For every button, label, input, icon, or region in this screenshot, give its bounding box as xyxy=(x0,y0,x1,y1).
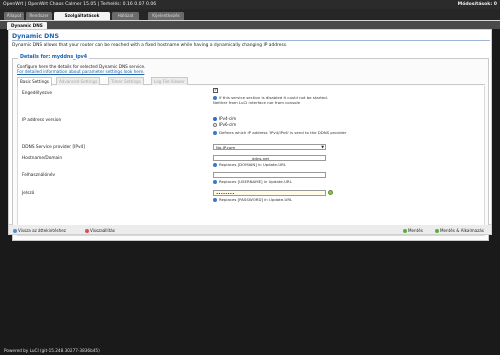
back-icon xyxy=(13,228,17,233)
details-legend: Details for: myddns_ipv4 xyxy=(18,55,90,60)
reset-button[interactable]: Visszaállítás xyxy=(85,227,115,234)
powered-by-footer: Powered by LuCI (git-15.248.30277-3836b4… xyxy=(4,348,100,353)
hostname-help: Replaces [DOMAIN] in Update-URL xyxy=(213,162,286,167)
menu-tab-logout[interactable]: Kijelentkezés xyxy=(148,11,184,20)
username-help: Replaces [USERNAME] in Update-URL xyxy=(213,179,292,184)
router-status-title: OpenWrt | OpenWrt Chaos Calmer 15.05 | T… xyxy=(3,2,157,7)
ip-version-ipv6-radio[interactable]: IPv6-cím xyxy=(213,122,236,127)
hostname-label: Hostname/Domain xyxy=(22,156,63,161)
username-input[interactable] xyxy=(213,172,326,178)
tab-advanced-settings[interactable]: Advanced Settings xyxy=(56,77,101,85)
save-icon xyxy=(403,228,407,233)
main-menu: Állapot Rendszer Szolgáltatások Hálózat … xyxy=(0,9,500,20)
username-label: Felhasználónév xyxy=(22,173,56,178)
enabled-checkbox[interactable]: ✓ xyxy=(213,88,218,93)
tab-timer-settings[interactable]: Timer Settings xyxy=(108,77,144,85)
radio-unselected-icon xyxy=(213,123,217,127)
info-icon xyxy=(213,198,217,202)
provider-select[interactable]: No-IP.com ▼ xyxy=(213,144,326,150)
details-fieldset: Details for: myddns_ipv4 Configure here … xyxy=(12,55,489,241)
password-label: Jelszó xyxy=(22,191,35,196)
hostname-input[interactable]: ddns.net xyxy=(213,155,326,161)
page-title: Dynamic DNS xyxy=(12,33,490,41)
apply-icon xyxy=(435,228,439,233)
ip-version-label: IP address version xyxy=(22,118,62,123)
menu-tab-system[interactable]: Rendszer xyxy=(26,11,52,20)
reset-icon xyxy=(85,228,89,233)
info-icon xyxy=(213,163,217,167)
page-description: Dynamic DNS allows that your router can … xyxy=(12,43,288,48)
changes-counter-link[interactable]: Módosítások: 0 xyxy=(458,0,497,9)
ip-version-help: Defines which IP address 'IPv4/IPv6' is … xyxy=(213,130,347,135)
tab-basic-settings[interactable]: Basic Settings xyxy=(17,77,52,86)
info-icon xyxy=(213,180,217,184)
info-icon xyxy=(213,131,217,135)
sub-menu: Dynamic DNS xyxy=(0,20,500,30)
password-input[interactable]: •••••••• xyxy=(213,190,326,196)
menu-tab-status[interactable]: Állapot xyxy=(4,11,24,20)
details-help-link[interactable]: For detailed information about parameter… xyxy=(17,69,144,74)
ip-version-ipv4-radio[interactable]: IPv4-cím xyxy=(213,116,236,121)
basic-settings-form: Engedélyezve ✓ If this service section i… xyxy=(17,86,485,236)
reveal-password-icon[interactable] xyxy=(328,190,333,195)
enabled-help-secondary: Neither from LuCI interface nor from con… xyxy=(213,100,300,105)
menu-tab-services[interactable]: Szolgáltatások xyxy=(54,11,110,20)
provider-label: DDNS Service provider [IPv4] xyxy=(22,145,85,150)
password-help: Replaces [PASSWORD] in Update-URL xyxy=(213,197,292,202)
tab-log-file-viewer[interactable]: Log File Viewer xyxy=(151,77,188,85)
save-button[interactable]: Mentés xyxy=(403,227,423,234)
save-apply-button[interactable]: Mentés & Alkalmazás xyxy=(435,227,484,234)
action-bar: Vissza az áttekintéshez Visszaállítás Me… xyxy=(8,225,492,235)
top-bar: OpenWrt | OpenWrt Chaos Calmer 15.05 | T… xyxy=(0,0,500,9)
section-tabs: Basic Settings Advanced Settings Timer S… xyxy=(17,77,485,86)
radio-selected-icon xyxy=(213,117,217,121)
chevron-down-icon: ▼ xyxy=(321,145,324,149)
main-content: Dynamic DNS Dynamic DNS allows that your… xyxy=(8,29,492,241)
enabled-label: Engedélyezve xyxy=(22,91,53,96)
back-to-overview-button[interactable]: Vissza az áttekintéshez xyxy=(13,227,66,234)
menu-tab-network[interactable]: Hálózat xyxy=(112,11,139,20)
